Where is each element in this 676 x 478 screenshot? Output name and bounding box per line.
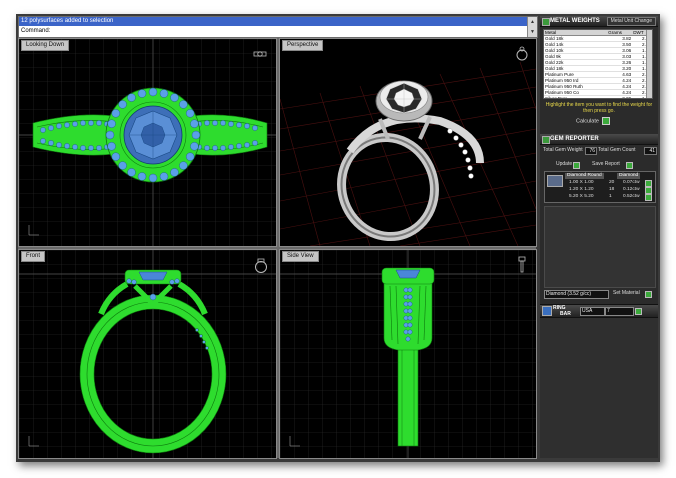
- gem-shape-thumbnail: [547, 175, 563, 187]
- center-stone-top: [123, 105, 183, 165]
- ring-top-view-icon: [253, 51, 267, 57]
- metal-weights-hint: Highlight the item you want to find the …: [545, 102, 653, 114]
- ring-size-select[interactable]: 7: [605, 307, 634, 316]
- ring-side-view-icon: [518, 256, 526, 273]
- gem-row-weight: 0.52ctw: [623, 194, 640, 199]
- gem-row-select-button[interactable]: [645, 187, 652, 194]
- calculate-row: Calculate: [576, 117, 610, 125]
- metal-weights-header[interactable]: METAL WEIGHTS Metal Unit Change: [540, 16, 658, 27]
- metal-name-cell: Silver Pure: [544, 95, 608, 98]
- perspective-canvas: [280, 39, 536, 246]
- total-gem-count-value: 41: [644, 147, 657, 155]
- command-prompt[interactable]: Command:: [19, 27, 529, 36]
- scroll-down-icon[interactable]: ▼: [528, 27, 537, 37]
- metal-unit-change-button[interactable]: Metal Unit Change: [606, 17, 656, 26]
- ring-perspective-icon: [516, 46, 528, 61]
- total-gem-count-label: Total Gem Count: [598, 147, 636, 153]
- command-history-line: 12 polysurfaces added to selection: [19, 17, 529, 26]
- gem-row-select-button[interactable]: [645, 194, 652, 201]
- gem-row-count: 20: [609, 180, 615, 185]
- ring-bar-apply-button[interactable]: [635, 308, 642, 315]
- command-history[interactable]: 12 polysurfaces added to selection Comma…: [18, 16, 538, 38]
- gem-row-weight: 0.12ctw: [623, 187, 640, 192]
- gem-table[interactable]: Diamond Round Diamond 1.00 X 1.00 20 0.0…: [544, 171, 656, 203]
- gem-col-shape: Diamond Round: [565, 173, 604, 179]
- total-gem-weight-value: 76: [585, 147, 597, 155]
- gem-row-size: 5.20 X 5.20: [569, 194, 594, 199]
- calculate-label: Calculate: [576, 118, 599, 125]
- gem-row-size: 1.20 X 1.20: [569, 187, 594, 192]
- gem-reporter-icon: [542, 136, 550, 144]
- viewport-title[interactable]: Looking Down: [21, 40, 70, 51]
- gem-list-empty-area: [544, 206, 656, 288]
- viewport-title[interactable]: Perspective: [282, 40, 324, 51]
- save-report-label: Save Report: [592, 161, 620, 167]
- viewport-title[interactable]: Side View: [282, 251, 319, 262]
- set-material-label: Set Material: [613, 290, 640, 296]
- update-button[interactable]: [573, 162, 580, 169]
- ring-size-icon: [542, 306, 552, 316]
- metal-weights-table[interactable]: Metal Grams DWT Gold 18k3.822.46Gold 14k…: [543, 29, 653, 99]
- side-view-canvas: [280, 250, 536, 458]
- gem-reporter-title: GEM REPORTER: [550, 136, 599, 142]
- update-label: Update: [556, 161, 573, 167]
- ring-region-select[interactable]: USA: [580, 307, 605, 316]
- metal-weights-title: METAL WEIGHTS: [550, 18, 600, 24]
- set-material-button[interactable]: [645, 291, 652, 298]
- ring-bar: RING BAR USA 7: [540, 304, 658, 318]
- viewport-looking-down[interactable]: Looking Down: [18, 38, 277, 247]
- total-gem-weight-label: Total Gem Weight: [543, 147, 583, 153]
- metal-grams-cell: 2.06: [607, 95, 633, 98]
- calculate-button[interactable]: [601, 117, 610, 125]
- gem-row-count: 18: [609, 187, 615, 192]
- gem-col-type: Diamond: [617, 173, 641, 179]
- viewport-perspective[interactable]: Perspective: [279, 38, 537, 247]
- gem-row-weight: 0.07ctw: [623, 180, 640, 185]
- scroll-up-icon[interactable]: ▲: [528, 17, 537, 27]
- viewport-area: Looking Down Perspective Front Side View: [18, 38, 537, 459]
- viewport-front[interactable]: Front: [18, 249, 277, 459]
- gem-row-count: 1: [609, 194, 612, 199]
- ring-front-view-icon: [255, 258, 267, 273]
- panel-empty-area: [540, 318, 658, 458]
- command-scrollbar[interactable]: ▲ ▼: [527, 17, 537, 37]
- metal-table-scrollbar[interactable]: [646, 30, 652, 98]
- gem-reporter-header[interactable]: GEM REPORTER: [540, 134, 658, 145]
- gem-row-select-button[interactable]: [645, 180, 652, 187]
- metal-weights-icon: [542, 18, 550, 26]
- viewport-title[interactable]: Front: [21, 251, 46, 262]
- save-report-button[interactable]: [626, 162, 633, 169]
- viewport-side[interactable]: Side View: [279, 249, 537, 459]
- top-view-canvas: [19, 39, 276, 246]
- material-select[interactable]: Diamond (3.52 g/cc): [544, 290, 609, 299]
- metal-weights-row[interactable]: Silver Pure2.061.33: [544, 95, 652, 98]
- plugin-panel: METAL WEIGHTS Metal Unit Change Metal Gr…: [540, 16, 658, 458]
- ring-bar-label-bottom: BAR: [560, 311, 571, 317]
- gem-row-size: 1.00 X 1.00: [569, 180, 594, 185]
- front-view-canvas: [19, 250, 276, 458]
